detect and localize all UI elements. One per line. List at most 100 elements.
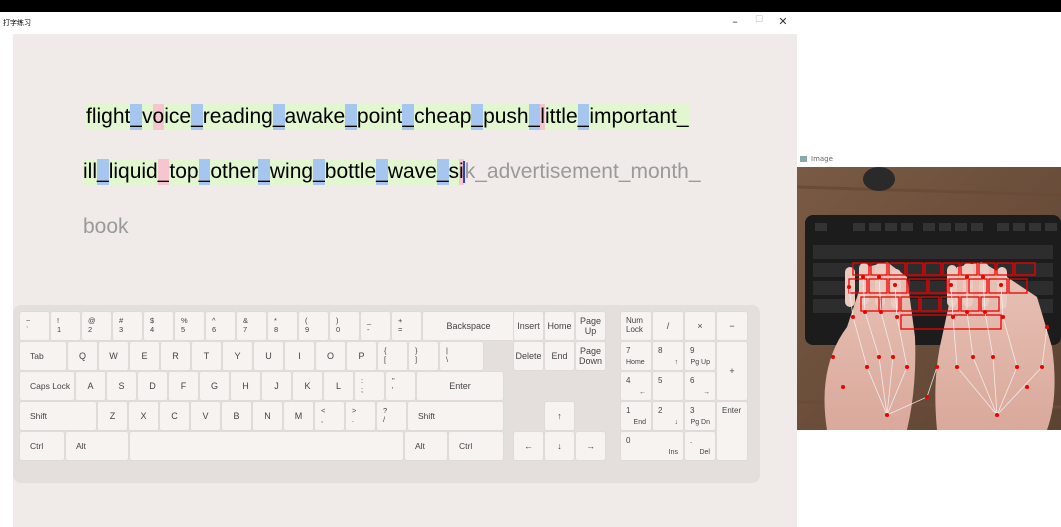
key-num-dot[interactable]: . Del: [684, 431, 716, 461]
key-w[interactable]: W: [98, 341, 129, 371]
key-8[interactable]: * 8: [267, 311, 298, 341]
key-s[interactable]: S: [106, 371, 137, 401]
typing-practice-window: 打字练习 – ☐ ✕ flight_voice_reading_awake_po…: [0, 12, 797, 527]
key-num-minus[interactable]: −: [716, 311, 748, 341]
key-3[interactable]: #3: [112, 311, 143, 341]
key-sym-1[interactable]: }]: [408, 341, 439, 371]
key-num-6[interactable]: 6 →: [684, 371, 716, 401]
key-arrow-down[interactable]: ↓: [544, 431, 575, 461]
key-num-8[interactable]: 8 ↑: [652, 341, 684, 371]
key-t[interactable]: T: [191, 341, 222, 371]
key-tab[interactable]: Tab: [19, 341, 67, 371]
key-z[interactable]: Z: [97, 401, 128, 431]
key-space[interactable]: [129, 431, 404, 461]
key-delete[interactable]: Delete: [513, 341, 544, 371]
key-num-plus[interactable]: +: [716, 341, 748, 401]
key-alt-right[interactable]: Alt: [404, 431, 448, 461]
key-shift-right[interactable]: Shift: [407, 401, 504, 431]
key-shift-left[interactable]: Shift: [19, 401, 97, 431]
key-d[interactable]: D: [137, 371, 168, 401]
key-`[interactable]: ~ `: [19, 311, 50, 341]
key-num-7[interactable]: 7 Home: [620, 341, 652, 371]
key-a[interactable]: A: [75, 371, 106, 401]
key-insert[interactable]: Insert: [513, 311, 544, 341]
key-g[interactable]: G: [199, 371, 230, 401]
key-m[interactable]: M: [283, 401, 314, 431]
line1-segment: ittle: [544, 104, 578, 130]
key-y[interactable]: Y: [222, 341, 253, 371]
line1-segment: reading: [202, 104, 273, 130]
key-f[interactable]: F: [168, 371, 199, 401]
key-home[interactable]: Home: [544, 311, 575, 341]
key-alt-left[interactable]: Alt: [65, 431, 129, 461]
key-num-5[interactable]: 5: [652, 371, 684, 401]
key-5[interactable]: % 5: [174, 311, 205, 341]
key-o[interactable]: O: [315, 341, 346, 371]
key-l[interactable]: L: [323, 371, 354, 401]
key-ctrl-left[interactable]: Ctrl: [19, 431, 65, 461]
line1-segment: v: [142, 104, 153, 130]
key-num-1[interactable]: 1 End: [620, 401, 652, 431]
key-4[interactable]: $4: [143, 311, 174, 341]
key-num-enter[interactable]: Enter: [716, 401, 748, 461]
key-num-star[interactable]: ×: [684, 311, 716, 341]
line1-segment: _: [402, 104, 415, 130]
minimize-icon[interactable]: –: [727, 15, 743, 28]
key-page-down[interactable]: Page Down: [575, 341, 606, 371]
key-q[interactable]: Q: [67, 341, 98, 371]
key-sym-2[interactable]: | \: [439, 341, 484, 371]
key-h[interactable]: H: [230, 371, 261, 401]
key-num-4[interactable]: 4 ←: [620, 371, 652, 401]
key-b[interactable]: B: [221, 401, 252, 431]
key-p[interactable]: P: [346, 341, 377, 371]
key-sym4-1[interactable]: >.: [345, 401, 376, 431]
key-end[interactable]: End: [544, 341, 575, 371]
key-numlock[interactable]: Num Lock: [620, 311, 652, 341]
key-0[interactable]: ) 0: [329, 311, 360, 341]
line2-segment: other: [210, 159, 259, 185]
line2-segment: _: [198, 159, 211, 185]
key-arrow-up[interactable]: ↑: [544, 401, 575, 431]
key-6[interactable]: ^ 6: [205, 311, 236, 341]
key-num-0[interactable]: 0 Ins: [620, 431, 684, 461]
line1-segment: _: [471, 104, 484, 130]
key-arrow-left[interactable]: ←: [513, 431, 544, 461]
key-1[interactable]: ! 1: [50, 311, 81, 341]
key-backspace[interactable]: Backspace: [422, 311, 515, 341]
key-v[interactable]: V: [190, 401, 221, 431]
key-x[interactable]: X: [128, 401, 159, 431]
key-sym4-2[interactable]: ? /: [376, 401, 407, 431]
line1-segment: _: [528, 104, 541, 130]
key-u[interactable]: U: [253, 341, 284, 371]
key-k[interactable]: K: [292, 371, 323, 401]
line1-segment: point: [356, 104, 403, 130]
key-9[interactable]: (9: [298, 311, 329, 341]
key-enter[interactable]: Enter: [416, 371, 504, 401]
key-arrow-right[interactable]: →: [575, 431, 606, 461]
key-7[interactable]: & 7: [236, 311, 267, 341]
key-sym-0[interactable]: {[: [377, 341, 408, 371]
key-sym3-1[interactable]: " ': [385, 371, 416, 401]
key-e[interactable]: E: [129, 341, 160, 371]
key-2[interactable]: @2: [81, 311, 112, 341]
key-=[interactable]: + =: [391, 311, 422, 341]
close-icon[interactable]: ✕: [775, 15, 791, 28]
key-j[interactable]: J: [261, 371, 292, 401]
key-c[interactable]: C: [159, 401, 190, 431]
key-ctrl-right[interactable]: Ctrl: [448, 431, 504, 461]
key-r[interactable]: R: [160, 341, 191, 371]
key--[interactable]: _ -: [360, 311, 391, 341]
key-sym3-0[interactable]: :;: [354, 371, 385, 401]
key-num-slash[interactable]: /: [652, 311, 684, 341]
line1-segment: flight: [86, 104, 131, 130]
maximize-icon[interactable]: ☐: [751, 15, 767, 25]
key-sym4-0[interactable]: <,: [314, 401, 345, 431]
key-capslock[interactable]: Caps Lock: [19, 371, 75, 401]
key-i[interactable]: I: [284, 341, 315, 371]
key-num-2[interactable]: 2 ↓: [652, 401, 684, 431]
key-page-up[interactable]: Page Up: [575, 311, 606, 341]
key-n[interactable]: N: [252, 401, 283, 431]
key-num-3[interactable]: 3 Pg Dn: [684, 401, 716, 431]
text-line-2: ill_liquid_top_other_wing_bottle_wave_si…: [83, 159, 701, 185]
key-num-9[interactable]: 9 Pg Up: [684, 341, 716, 371]
